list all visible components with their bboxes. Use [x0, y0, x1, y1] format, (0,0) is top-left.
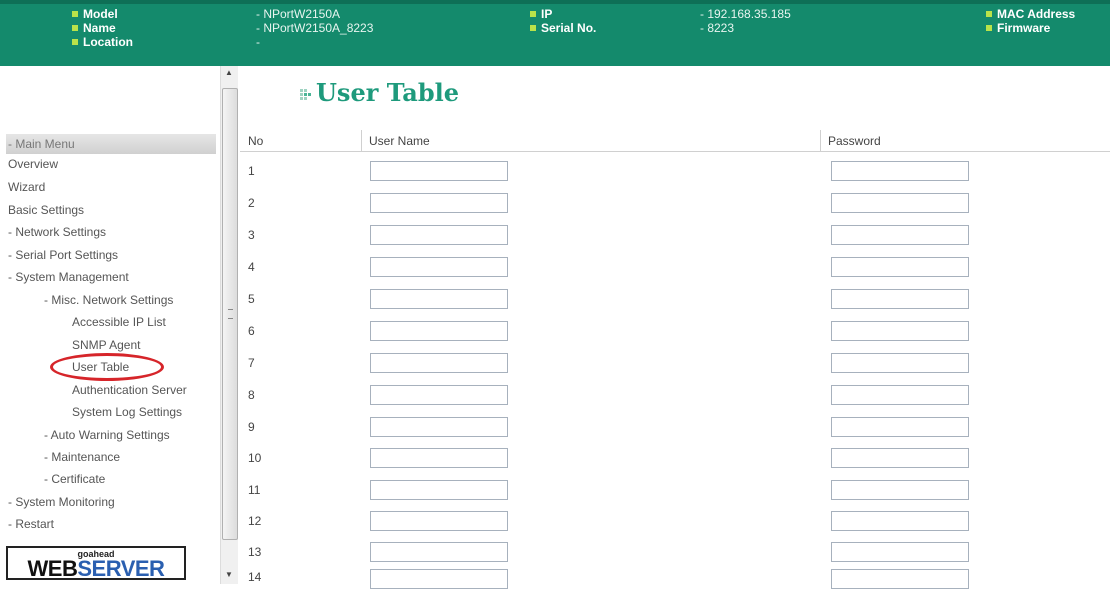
bullet-icon — [986, 25, 992, 31]
serial-label: Serial No. — [530, 21, 596, 35]
user-name-input[interactable] — [370, 161, 508, 181]
user-name-input[interactable] — [370, 193, 508, 213]
ip-value: - 192.168.35.185 — [700, 7, 791, 21]
row-number: 6 — [248, 324, 255, 338]
menu-item-system-management[interactable]: - System Management — [8, 270, 129, 284]
user-name-input[interactable] — [370, 225, 508, 245]
title-bullet-icon — [300, 87, 312, 101]
row-number: 9 — [248, 420, 255, 434]
row-number: 7 — [248, 356, 255, 370]
bullet-icon — [530, 11, 536, 17]
highlight-annotation — [50, 353, 164, 381]
user-name-input[interactable] — [370, 289, 508, 309]
user-name-input[interactable] — [370, 385, 508, 405]
menu-item-basic-settings[interactable]: Basic Settings — [8, 203, 84, 217]
password-input[interactable] — [831, 417, 969, 437]
password-input[interactable] — [831, 161, 969, 181]
mac-address-label: MAC Address — [986, 7, 1075, 21]
user-name-input[interactable] — [370, 480, 508, 500]
password-input[interactable] — [831, 385, 969, 405]
password-input[interactable] — [831, 448, 969, 468]
menu-item-network-settings[interactable]: - Network Settings — [8, 225, 106, 239]
menu-item-auto-warning-settings[interactable]: - Auto Warning Settings — [44, 428, 170, 442]
user-name-input[interactable] — [370, 257, 508, 277]
menu-item-maintenance[interactable]: - Maintenance — [44, 450, 120, 464]
logo-bottom-text: WEBSERVER — [27, 556, 165, 581]
password-input[interactable] — [831, 480, 969, 500]
scroll-up-icon[interactable]: ▲ — [225, 68, 233, 77]
row-number: 1 — [248, 164, 255, 178]
user-name-input[interactable] — [370, 353, 508, 373]
menu-item-system-monitoring[interactable]: - System Monitoring — [8, 495, 115, 509]
row-number: 2 — [248, 196, 255, 210]
serial-value: - 8223 — [700, 21, 735, 35]
menu-item-accessible-ip-list[interactable]: Accessible IP List — [72, 315, 166, 329]
location-value: - — [256, 35, 260, 49]
password-input[interactable] — [831, 353, 969, 373]
menu-item-wizard[interactable]: Wizard — [8, 180, 45, 194]
bullet-icon — [530, 25, 536, 31]
model-value: - NPortW2150A — [256, 7, 341, 21]
device-info-header: Model - NPortW2150A Name - NPortW2150A_8… — [0, 0, 1110, 66]
row-number: 8 — [248, 388, 255, 402]
scroll-thumb[interactable] — [222, 88, 238, 540]
row-number: 13 — [248, 545, 262, 559]
user-name-input[interactable] — [370, 417, 508, 437]
main-menu-header[interactable]: - Main Menu — [6, 134, 216, 154]
scroll-down-icon[interactable]: ▼ — [225, 570, 233, 579]
bullet-icon — [72, 39, 78, 45]
column-no: No — [248, 134, 264, 148]
user-name-input[interactable] — [370, 569, 508, 589]
row-number: 3 — [248, 228, 255, 242]
column-password: Password — [828, 134, 881, 148]
row-number: 5 — [248, 292, 255, 306]
row-number: 10 — [248, 451, 262, 465]
user-name-input[interactable] — [370, 511, 508, 531]
menu-item-certificate[interactable]: - Certificate — [44, 472, 105, 486]
menu-item-serial-port-settings[interactable]: - Serial Port Settings — [8, 248, 118, 262]
sidebar-scrollbar[interactable]: ▲ ▼ — [220, 66, 238, 584]
goahead-webserver-logo: goahead WEBSERVER — [6, 546, 186, 581]
menu-item-misc-network-settings[interactable]: - Misc. Network Settings — [44, 293, 173, 307]
password-input[interactable] — [831, 511, 969, 531]
row-number: 4 — [248, 260, 255, 274]
password-input[interactable] — [831, 193, 969, 213]
column-user-name: User Name — [369, 134, 430, 148]
menu-item-system-log-settings[interactable]: System Log Settings — [72, 405, 182, 419]
user-name-input[interactable] — [370, 321, 508, 341]
firmware-label: Firmware — [986, 21, 1050, 35]
password-input[interactable] — [831, 289, 969, 309]
page-title: User Table — [300, 78, 459, 107]
bullet-icon — [72, 25, 78, 31]
location-label: Location — [72, 35, 133, 49]
model-label: Model — [72, 7, 118, 21]
password-input[interactable] — [831, 542, 969, 562]
user-name-input[interactable] — [370, 448, 508, 468]
row-number: 11 — [248, 483, 261, 497]
name-value: - NPortW2150A_8223 — [256, 21, 374, 35]
user-name-input[interactable] — [370, 542, 508, 562]
grip-icon — [228, 309, 233, 319]
menu-item-snmp-agent[interactable]: SNMP Agent — [72, 338, 140, 352]
menu-item-restart[interactable]: - Restart — [8, 517, 54, 531]
name-label: Name — [72, 21, 116, 35]
password-input[interactable] — [831, 321, 969, 341]
password-input[interactable] — [831, 569, 969, 589]
menu-item-authentication-server[interactable]: Authentication Server — [72, 383, 187, 397]
bullet-icon — [986, 11, 992, 17]
bullet-icon — [72, 11, 78, 17]
password-input[interactable] — [831, 257, 969, 277]
row-number: 14 — [248, 570, 262, 584]
user-table-header: No User Name Password — [240, 130, 1110, 152]
row-number: 12 — [248, 514, 262, 528]
menu-item-overview[interactable]: Overview — [8, 157, 58, 171]
ip-label: IP — [530, 7, 552, 21]
password-input[interactable] — [831, 225, 969, 245]
